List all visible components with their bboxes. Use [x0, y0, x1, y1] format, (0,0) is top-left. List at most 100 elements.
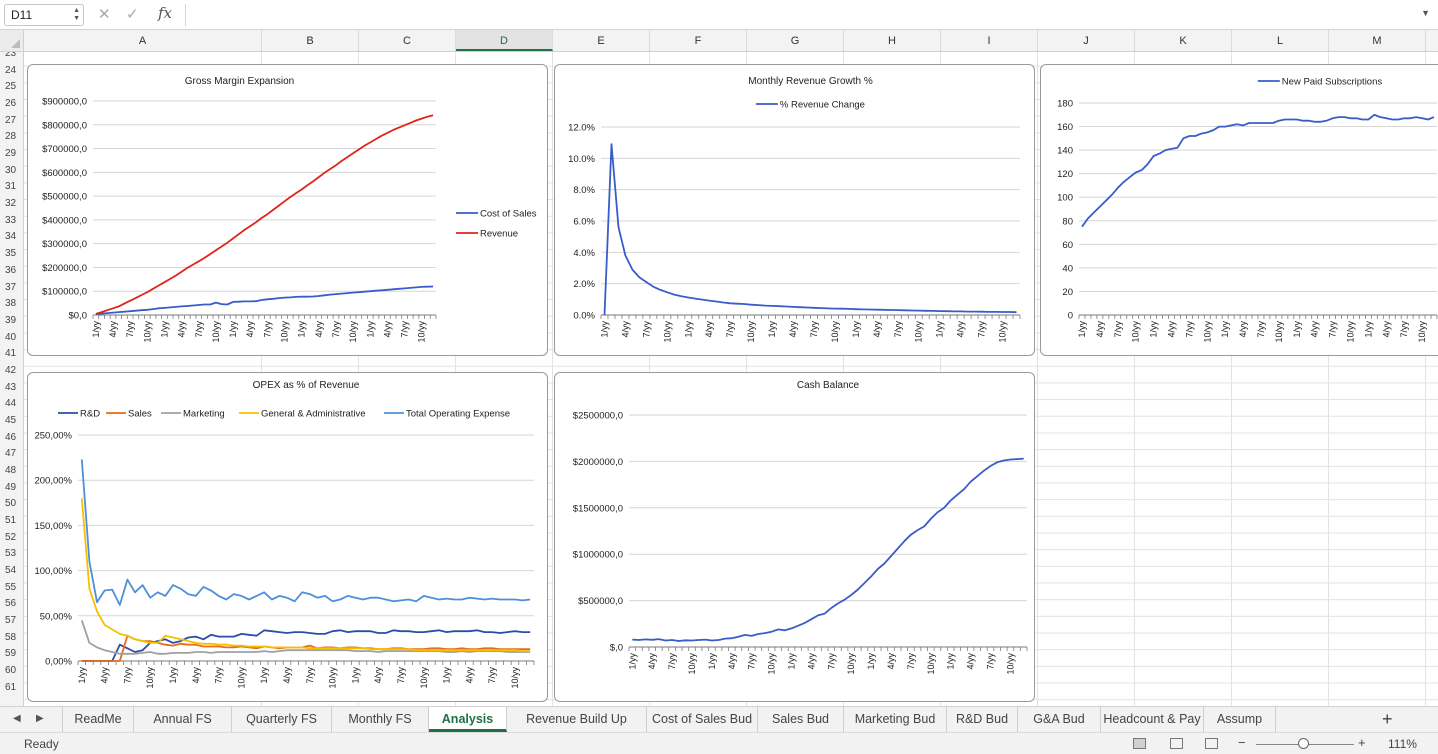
- name-box[interactable]: D11 ▲ ▼: [4, 4, 84, 26]
- row-header[interactable]: 52: [0, 530, 23, 547]
- chart-opex-percent-revenue[interactable]: OPEX as % of Revenue 0,00% 50,00% 100,00% 15…: [27, 372, 548, 702]
- row-header[interactable]: 28: [0, 129, 23, 146]
- x-tick-label: 7/yy: [125, 321, 135, 338]
- sheet-tab-assump[interactable]: Assump: [1204, 707, 1276, 732]
- row-header[interactable]: 31: [0, 179, 23, 196]
- row-header[interactable]: 29: [0, 146, 23, 163]
- close-icon[interactable]: ✕: [98, 5, 111, 23]
- column-header-a[interactable]: A: [24, 30, 262, 51]
- row-header[interactable]: 61: [0, 680, 23, 697]
- x-tick-label: 1/yy: [935, 321, 945, 338]
- row-header[interactable]: 27: [0, 113, 23, 130]
- sheet-tab-r-d-bud[interactable]: R&D Bud: [947, 707, 1018, 732]
- chart-gross-margin[interactable]: Gross Margin Expansion $0,0 $100000,0 $2000…: [27, 64, 548, 356]
- x-tick-label: 1/yy: [91, 321, 101, 338]
- row-header[interactable]: 48: [0, 463, 23, 480]
- page-break-view-icon[interactable]: [1205, 738, 1218, 749]
- column-header-i[interactable]: I: [941, 30, 1038, 51]
- sheet-tab-revenue-build-up[interactable]: Revenue Build Up: [507, 707, 647, 732]
- chart-cash-balance[interactable]: Cash Balance $,0 $500000,0 $1000000,0 $15000…: [554, 372, 1035, 702]
- column-header-m[interactable]: M: [1329, 30, 1426, 51]
- zoom-in-button[interactable]: +: [1358, 735, 1366, 750]
- x-tick-label: 4/yy: [282, 667, 292, 684]
- zoom-out-button[interactable]: −: [1238, 735, 1246, 750]
- row-header[interactable]: 51: [0, 513, 23, 530]
- row-header[interactable]: 44: [0, 396, 23, 413]
- y-tick-label: 150,00%: [34, 521, 72, 532]
- x-tick-label: 10/yy: [236, 667, 246, 689]
- row-header[interactable]: 57: [0, 613, 23, 630]
- row-header[interactable]: 25: [0, 79, 23, 96]
- row-header[interactable]: 53: [0, 546, 23, 563]
- column-header-h[interactable]: H: [844, 30, 941, 51]
- row-header[interactable]: 43: [0, 380, 23, 397]
- page-layout-view-icon[interactable]: [1170, 738, 1183, 749]
- row-header[interactable]: 32: [0, 196, 23, 213]
- x-tick-label: 7/yy: [1256, 321, 1266, 338]
- legend-label: Revenue: [480, 229, 518, 240]
- sheet-tab-readme[interactable]: ReadMe: [62, 707, 134, 732]
- column-header-e[interactable]: E: [553, 30, 650, 51]
- column-header-d[interactable]: D: [456, 30, 553, 51]
- row-header[interactable]: 41: [0, 346, 23, 363]
- sheet-tab-sales-bud[interactable]: Sales Bud: [758, 707, 844, 732]
- row-header[interactable]: 37: [0, 280, 23, 297]
- row-header[interactable]: 49: [0, 480, 23, 497]
- y-tick-label: 4.0%: [573, 248, 595, 259]
- row-header[interactable]: 40: [0, 330, 23, 347]
- name-box-stepper-icon[interactable]: ▲ ▼: [73, 7, 80, 23]
- column-header-b[interactable]: B: [262, 30, 359, 51]
- row-header[interactable]: 54: [0, 563, 23, 580]
- x-tick-label: 7/yy: [1184, 321, 1194, 338]
- row-header[interactable]: 23: [0, 52, 23, 63]
- sheet-tab-quarterly-fs[interactable]: Quarterly FS: [232, 707, 332, 732]
- row-header[interactable]: 39: [0, 313, 23, 330]
- formula-input[interactable]: [186, 4, 1416, 26]
- column-header-l[interactable]: L: [1232, 30, 1329, 51]
- tab-scroll-left-icon[interactable]: ◀: [13, 713, 21, 724]
- function-icon[interactable]: fx: [158, 4, 172, 22]
- zoom-slider-thumb[interactable]: [1298, 738, 1309, 749]
- column-header-k[interactable]: K: [1135, 30, 1232, 51]
- select-all-button[interactable]: [0, 30, 24, 51]
- row-header[interactable]: 59: [0, 646, 23, 663]
- row-header[interactable]: 56: [0, 596, 23, 613]
- sheet-tab-cost-of-sales-bud[interactable]: Cost of Sales Bud: [647, 707, 758, 732]
- row-header[interactable]: 47: [0, 446, 23, 463]
- column-header-j[interactable]: J: [1038, 30, 1135, 51]
- sheet-tab-headcount-pay[interactable]: Headcount & Pay: [1101, 707, 1204, 732]
- column-header-g[interactable]: G: [747, 30, 844, 51]
- chart-monthly-revenue-growth[interactable]: Monthly Revenue Growth % 0.0% 2.0% 4.0% 6.0%…: [554, 64, 1035, 356]
- row-header[interactable]: 30: [0, 163, 23, 180]
- sheet-tab-analysis[interactable]: Analysis: [429, 707, 507, 732]
- tab-scroll-right-icon[interactable]: ▶: [36, 713, 44, 724]
- row-header[interactable]: 45: [0, 413, 23, 430]
- check-icon[interactable]: ✓: [126, 5, 139, 23]
- sheet-tab-g-a-bud[interactable]: G&A Bud: [1018, 707, 1101, 732]
- chart-new-paid-subscriptions[interactable]: 0 20 40 60 80 100 120 140 160 180 1/yy 4/yy 7/yy 10/y…: [1040, 64, 1438, 356]
- row-header[interactable]: 60: [0, 663, 23, 680]
- row-header[interactable]: 26: [0, 96, 23, 113]
- add-sheet-button[interactable]: +: [1382, 709, 1393, 730]
- row-header[interactable]: 35: [0, 246, 23, 263]
- column-header-c[interactable]: C: [359, 30, 456, 51]
- row-header[interactable]: 42: [0, 363, 23, 380]
- sheet-tab-monthly-fs[interactable]: Monthly FS: [332, 707, 429, 732]
- row-header[interactable]: 46: [0, 430, 23, 447]
- row-header[interactable]: 58: [0, 630, 23, 647]
- chevron-down-icon[interactable]: ▼: [1421, 8, 1430, 18]
- column-header-f[interactable]: F: [650, 30, 747, 51]
- zoom-level[interactable]: 111%: [1388, 737, 1417, 751]
- sheet-tab-annual-fs[interactable]: Annual FS: [134, 707, 232, 732]
- row-header[interactable]: 34: [0, 229, 23, 246]
- row-header[interactable]: 33: [0, 213, 23, 230]
- x-tick-label: 4/yy: [177, 321, 187, 338]
- row-header[interactable]: 38: [0, 296, 23, 313]
- row-header[interactable]: 50: [0, 496, 23, 513]
- x-tick-label: 10/yy: [1131, 321, 1141, 343]
- row-header[interactable]: 36: [0, 263, 23, 280]
- sheet-tab-marketing-bud[interactable]: Marketing Bud: [844, 707, 947, 732]
- row-header[interactable]: 55: [0, 580, 23, 597]
- normal-view-icon[interactable]: [1133, 738, 1146, 749]
- row-header[interactable]: 24: [0, 63, 23, 80]
